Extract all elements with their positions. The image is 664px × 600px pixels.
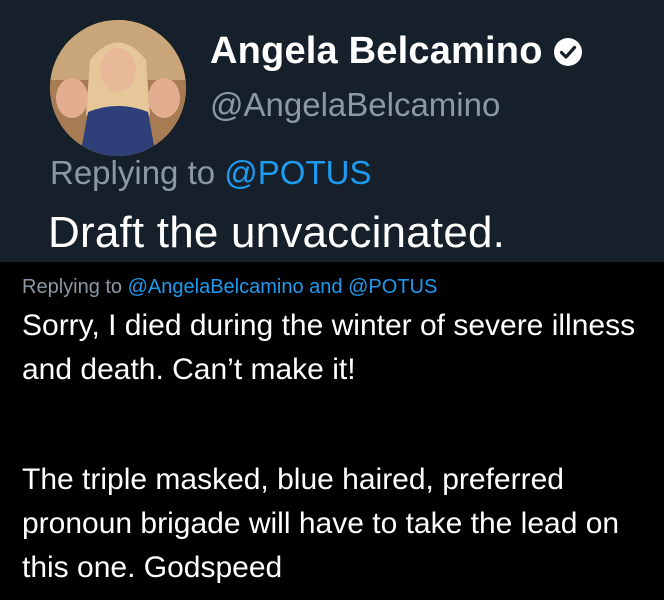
reply-paragraph-2: The triple masked, blue haired, preferre… — [22, 463, 620, 584]
verified-badge-icon — [553, 37, 583, 67]
author-handle[interactable]: @AngelaBelcamino — [210, 86, 500, 124]
replying-to-line: Replying to @POTUS — [50, 154, 371, 192]
reply-replying-to-line: Replying to @AngelaBelcamino and @POTUS — [22, 276, 437, 299]
reply-tweet: Replying to @AngelaBelcamino and @POTUS … — [0, 262, 664, 600]
author-name-row: Angela Belcamino — [210, 30, 583, 73]
replying-to-label: Replying to — [50, 154, 216, 191]
avatar[interactable] — [50, 20, 186, 156]
reply-paragraph-1: Sorry, I died during the winter of sever… — [22, 309, 636, 386]
mention-potus-reply-link[interactable]: @POTUS — [348, 276, 437, 298]
author-name[interactable]: Angela Belcamino — [210, 30, 543, 73]
mention-angela-link[interactable]: @AngelaBelcamino — [128, 276, 304, 298]
reply-replying-to-label: Replying to — [22, 276, 123, 298]
original-tweet: Angela Belcamino @AngelaBelcamino Replyi… — [0, 0, 664, 262]
avatar-photo — [50, 20, 186, 156]
mention-conjunction: and — [309, 276, 343, 298]
tweet-text: Draft the unvaccinated. — [48, 208, 506, 257]
mention-potus-link[interactable]: @POTUS — [224, 154, 371, 191]
